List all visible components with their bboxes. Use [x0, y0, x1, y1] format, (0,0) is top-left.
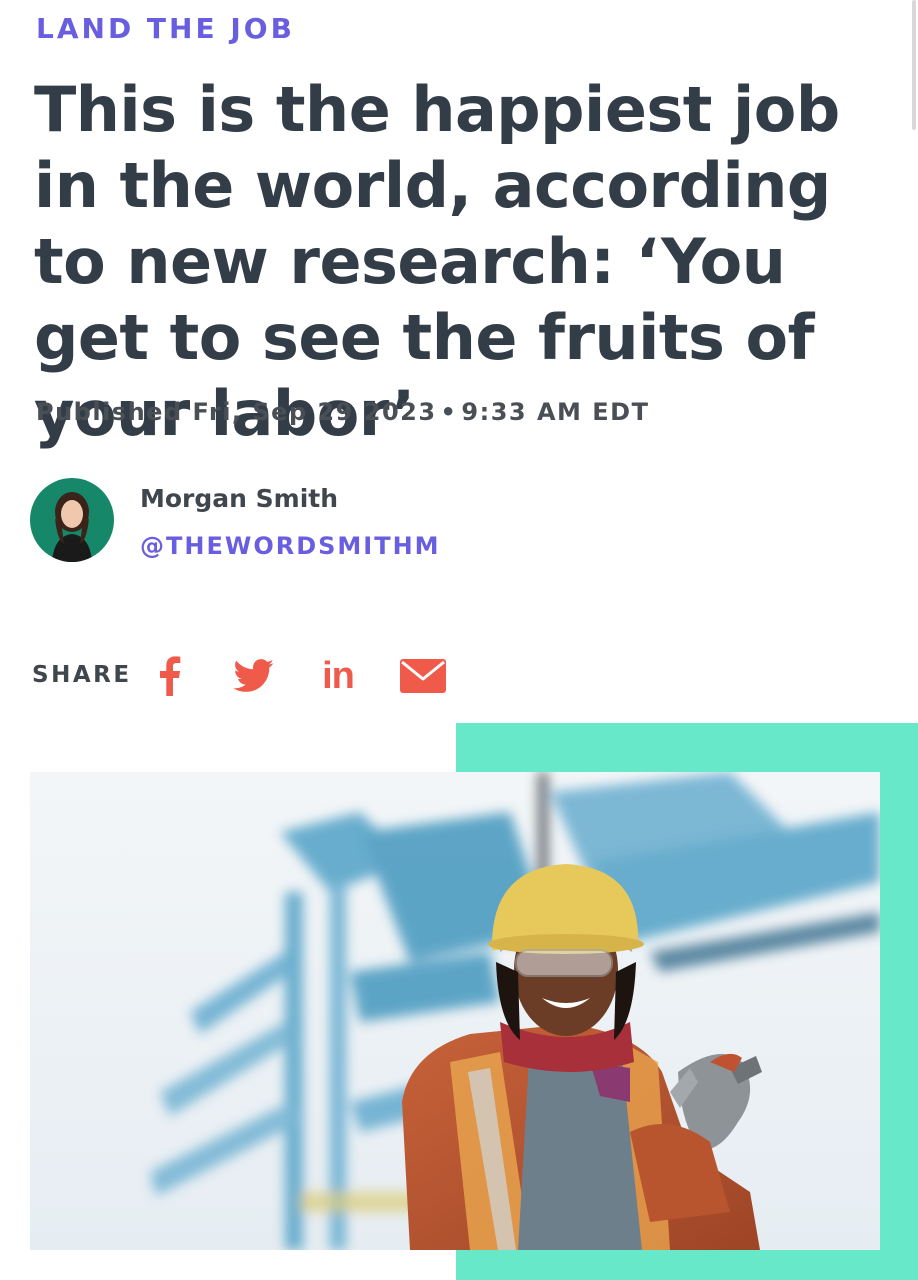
- share-facebook-button[interactable]: [150, 650, 190, 702]
- author-name[interactable]: Morgan Smith: [140, 484, 338, 513]
- author-twitter-handle[interactable]: @THEWORDSMITHM: [140, 532, 441, 560]
- share-twitter-button[interactable]: [228, 650, 280, 702]
- share-email-button[interactable]: [396, 650, 450, 702]
- share-label: SHARE: [32, 662, 132, 688]
- share-linkedin-button[interactable]: in: [314, 650, 362, 702]
- article-page: LAND THE JOB This is the happiest job in…: [0, 0, 918, 1280]
- facebook-icon: [160, 656, 181, 696]
- publish-date: Published Fri, Sep 29 2023: [36, 398, 437, 426]
- publish-time: 9:33 AM EDT: [461, 398, 650, 426]
- article-headline: This is the happiest job in the world, a…: [34, 73, 840, 450]
- scrollbar[interactable]: [912, 0, 916, 130]
- publish-timestamp: Published Fri, Sep 29 2023 • 9:33 AM EDT: [36, 398, 649, 426]
- section-kicker-link[interactable]: LAND THE JOB: [36, 12, 295, 46]
- email-icon: [400, 659, 446, 693]
- author-photo: [30, 478, 114, 562]
- linkedin-icon: in: [322, 654, 355, 697]
- twitter-icon: [233, 659, 274, 692]
- hero-image: [30, 772, 880, 1250]
- publish-separator: •: [440, 398, 458, 426]
- hero-photo-illustration: [30, 772, 880, 1250]
- author-avatar[interactable]: [30, 478, 114, 562]
